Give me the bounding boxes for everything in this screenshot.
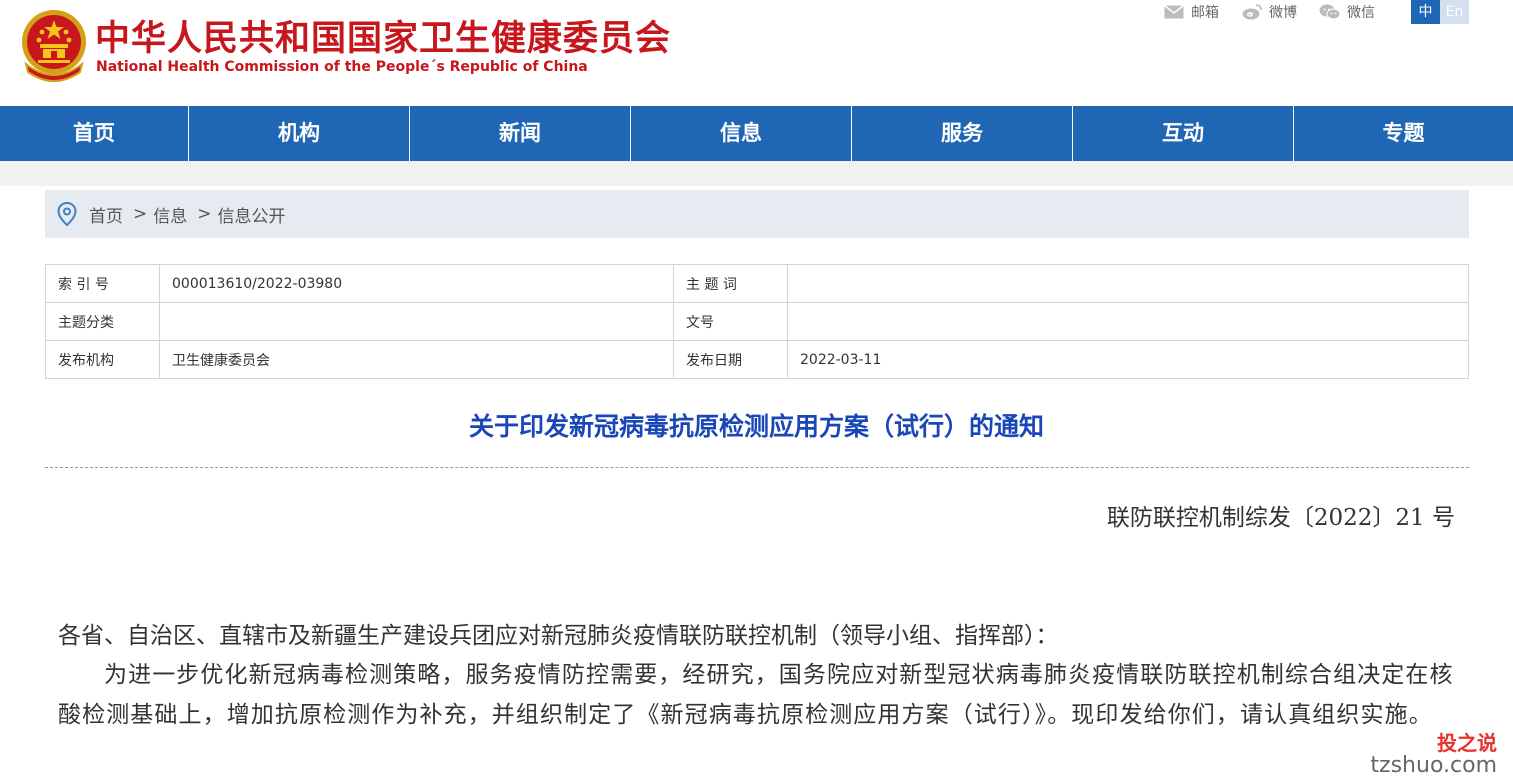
weibo-icon: [1241, 4, 1263, 20]
mail-label: 邮箱: [1191, 5, 1219, 21]
table-row: 索 引 号 000013610/2022-03980 主 题 词: [45, 264, 1469, 303]
breadcrumb-info-disclosure[interactable]: 信息公开: [218, 202, 286, 227]
watermark: 投之说 tzshuo.com: [1370, 733, 1497, 777]
breadcrumb-home[interactable]: 首页: [89, 202, 123, 227]
article-body-paragraph: 为进一步优化新冠病毒检测策略，服务疫情防控需要，经研究，国务院应对新型冠状病毒肺…: [58, 662, 1454, 728]
article-salutation: 各省、自治区、直辖市及新疆生产建设兵团应对新冠肺炎疫情联防联控机制（领导小组、指…: [58, 623, 1059, 649]
main-nav: 首页 机构 新闻 信息 服务 互动 专题: [0, 106, 1513, 161]
breadcrumb-separator: >: [197, 204, 212, 224]
table-row: 主题分类 文号: [45, 302, 1469, 341]
breadcrumb: 首页 > 信息 > 信息公开: [45, 190, 1469, 238]
document-number: 联防联控机制综发〔2022〕21 号: [1106, 505, 1455, 531]
table-row: 发布机构 卫生健康委员会 发布日期 2022-03-11: [45, 340, 1469, 379]
wechat-icon: [1319, 4, 1341, 20]
meta-label-keywords: 主 题 词: [673, 264, 788, 303]
document-meta-table: 索 引 号 000013610/2022-03980 主 题 词 主题分类 文号…: [45, 264, 1469, 379]
nav-item-topics[interactable]: 专题: [1294, 106, 1513, 161]
meta-label-publish-date: 发布日期: [673, 340, 788, 379]
meta-value-doc-number: [787, 302, 1469, 341]
meta-value-index: 000013610/2022-03980: [159, 264, 674, 303]
meta-label-index: 索 引 号: [45, 264, 160, 303]
watermark-cn: 投之说: [1437, 731, 1497, 755]
wechat-label: 微信: [1347, 5, 1375, 21]
article-title: 关于印发新冠病毒抗原检测应用方案（试行）的通知: [468, 412, 1044, 441]
title-divider: [45, 467, 1469, 468]
watermark-en: tzshuo.com: [1370, 753, 1497, 778]
meta-value-keywords: [787, 264, 1469, 303]
meta-label-category: 主题分类: [45, 302, 160, 341]
national-emblem-icon: [22, 10, 86, 82]
top-links: 邮箱 微博 微信 中 En: [1163, 0, 1513, 24]
nav-item-news[interactable]: 新闻: [410, 106, 631, 161]
nav-shadow-strip: [0, 161, 1513, 186]
nav-item-services[interactable]: 服务: [852, 106, 1073, 161]
breadcrumb-separator: >: [133, 204, 148, 224]
weibo-link[interactable]: 微博: [1241, 2, 1297, 22]
location-pin-icon: [57, 202, 77, 226]
nav-item-organization[interactable]: 机构: [189, 106, 410, 161]
lang-en-button[interactable]: En: [1440, 0, 1469, 24]
nav-item-home[interactable]: 首页: [0, 106, 189, 161]
mail-icon: [1163, 4, 1185, 20]
mail-link[interactable]: 邮箱: [1163, 2, 1219, 22]
meta-value-publisher: 卫生健康委员会: [159, 340, 674, 379]
meta-value-publish-date: 2022-03-11: [787, 340, 1469, 379]
wechat-link[interactable]: 微信: [1319, 2, 1375, 22]
meta-value-category: [159, 302, 674, 341]
site-title[interactable]: 中华人民共和国国家卫生健康委员会: [95, 10, 671, 61]
site-header: 中华人民共和国国家卫生健康委员会 National Health Commiss…: [0, 0, 1513, 106]
meta-label-publisher: 发布机构: [45, 340, 160, 379]
breadcrumb-information[interactable]: 信息: [153, 202, 187, 227]
weibo-label: 微博: [1269, 5, 1297, 21]
lang-cn-button[interactable]: 中: [1411, 0, 1440, 24]
meta-label-doc-number: 文号: [673, 302, 788, 341]
language-switch: 中 En: [1411, 0, 1469, 24]
nav-item-interaction[interactable]: 互动: [1073, 106, 1294, 161]
site-subtitle: National Health Commission of the People…: [96, 59, 588, 75]
nav-item-information[interactable]: 信息: [631, 106, 852, 161]
